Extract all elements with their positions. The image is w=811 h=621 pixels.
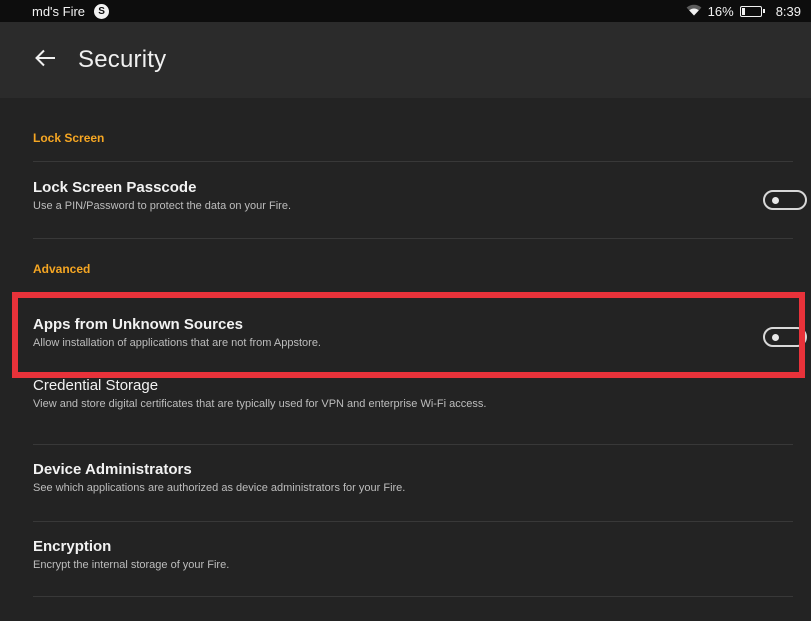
section-header-lock-screen: Lock Screen — [33, 131, 105, 145]
setting-description: Encrypt the internal storage of your Fir… — [33, 559, 230, 571]
wifi-icon — [686, 4, 702, 19]
setting-lock-screen-passcode[interactable]: Lock Screen Passcode Use a PIN/Password … — [33, 161, 807, 238]
setting-device-administrators[interactable]: Device Administrators See which applicat… — [33, 444, 793, 521]
status-left: md's Fire S — [32, 3, 110, 19]
setting-title: Credential Storage — [33, 377, 159, 394]
arrow-left-icon — [34, 49, 56, 72]
title-bar: Security — [0, 22, 811, 98]
toggle-knob — [772, 334, 779, 341]
setting-title: Lock Screen Passcode — [33, 179, 197, 196]
setting-title: Encryption — [33, 538, 112, 555]
battery-percent: 16% — [707, 3, 734, 19]
screen: md's Fire S 16% 8:39 Security Lock Scree… — [0, 0, 811, 621]
status-right: 16% 8:39 — [686, 4, 801, 19]
setting-description: Allow installation of applications that … — [33, 337, 321, 349]
device-name: md's Fire — [32, 3, 86, 19]
page-title: Security — [78, 46, 167, 73]
lock-screen-passcode-toggle[interactable] — [763, 190, 807, 210]
setting-title: Apps from Unknown Sources — [33, 316, 244, 333]
setting-credential-storage[interactable]: Credential Storage View and store digita… — [33, 377, 793, 444]
clock: 8:39 — [775, 3, 801, 19]
setting-description: Use a PIN/Password to protect the data o… — [33, 200, 292, 212]
toggle-knob — [772, 197, 779, 204]
settings-list: Lock Screen Lock Screen Passcode Use a P… — [33, 98, 807, 597]
setting-description: View and store digital certificates that… — [33, 398, 487, 410]
battery-icon — [739, 5, 765, 17]
setting-encryption[interactable]: Encryption Encrypt the internal storage … — [33, 521, 793, 597]
setting-title: Device Administrators — [33, 461, 192, 478]
status-bar: md's Fire S 16% 8:39 — [0, 0, 811, 22]
setting-apps-from-unknown-sources[interactable]: Apps from Unknown Sources Allow installa… — [33, 291, 807, 377]
section-header-advanced: Advanced — [33, 238, 793, 291]
apps-from-unknown-sources-toggle[interactable] — [763, 327, 807, 347]
setting-description: See which applications are authorized as… — [33, 482, 406, 494]
notification-badge-icon: S — [94, 3, 110, 19]
back-button[interactable] — [30, 45, 60, 75]
